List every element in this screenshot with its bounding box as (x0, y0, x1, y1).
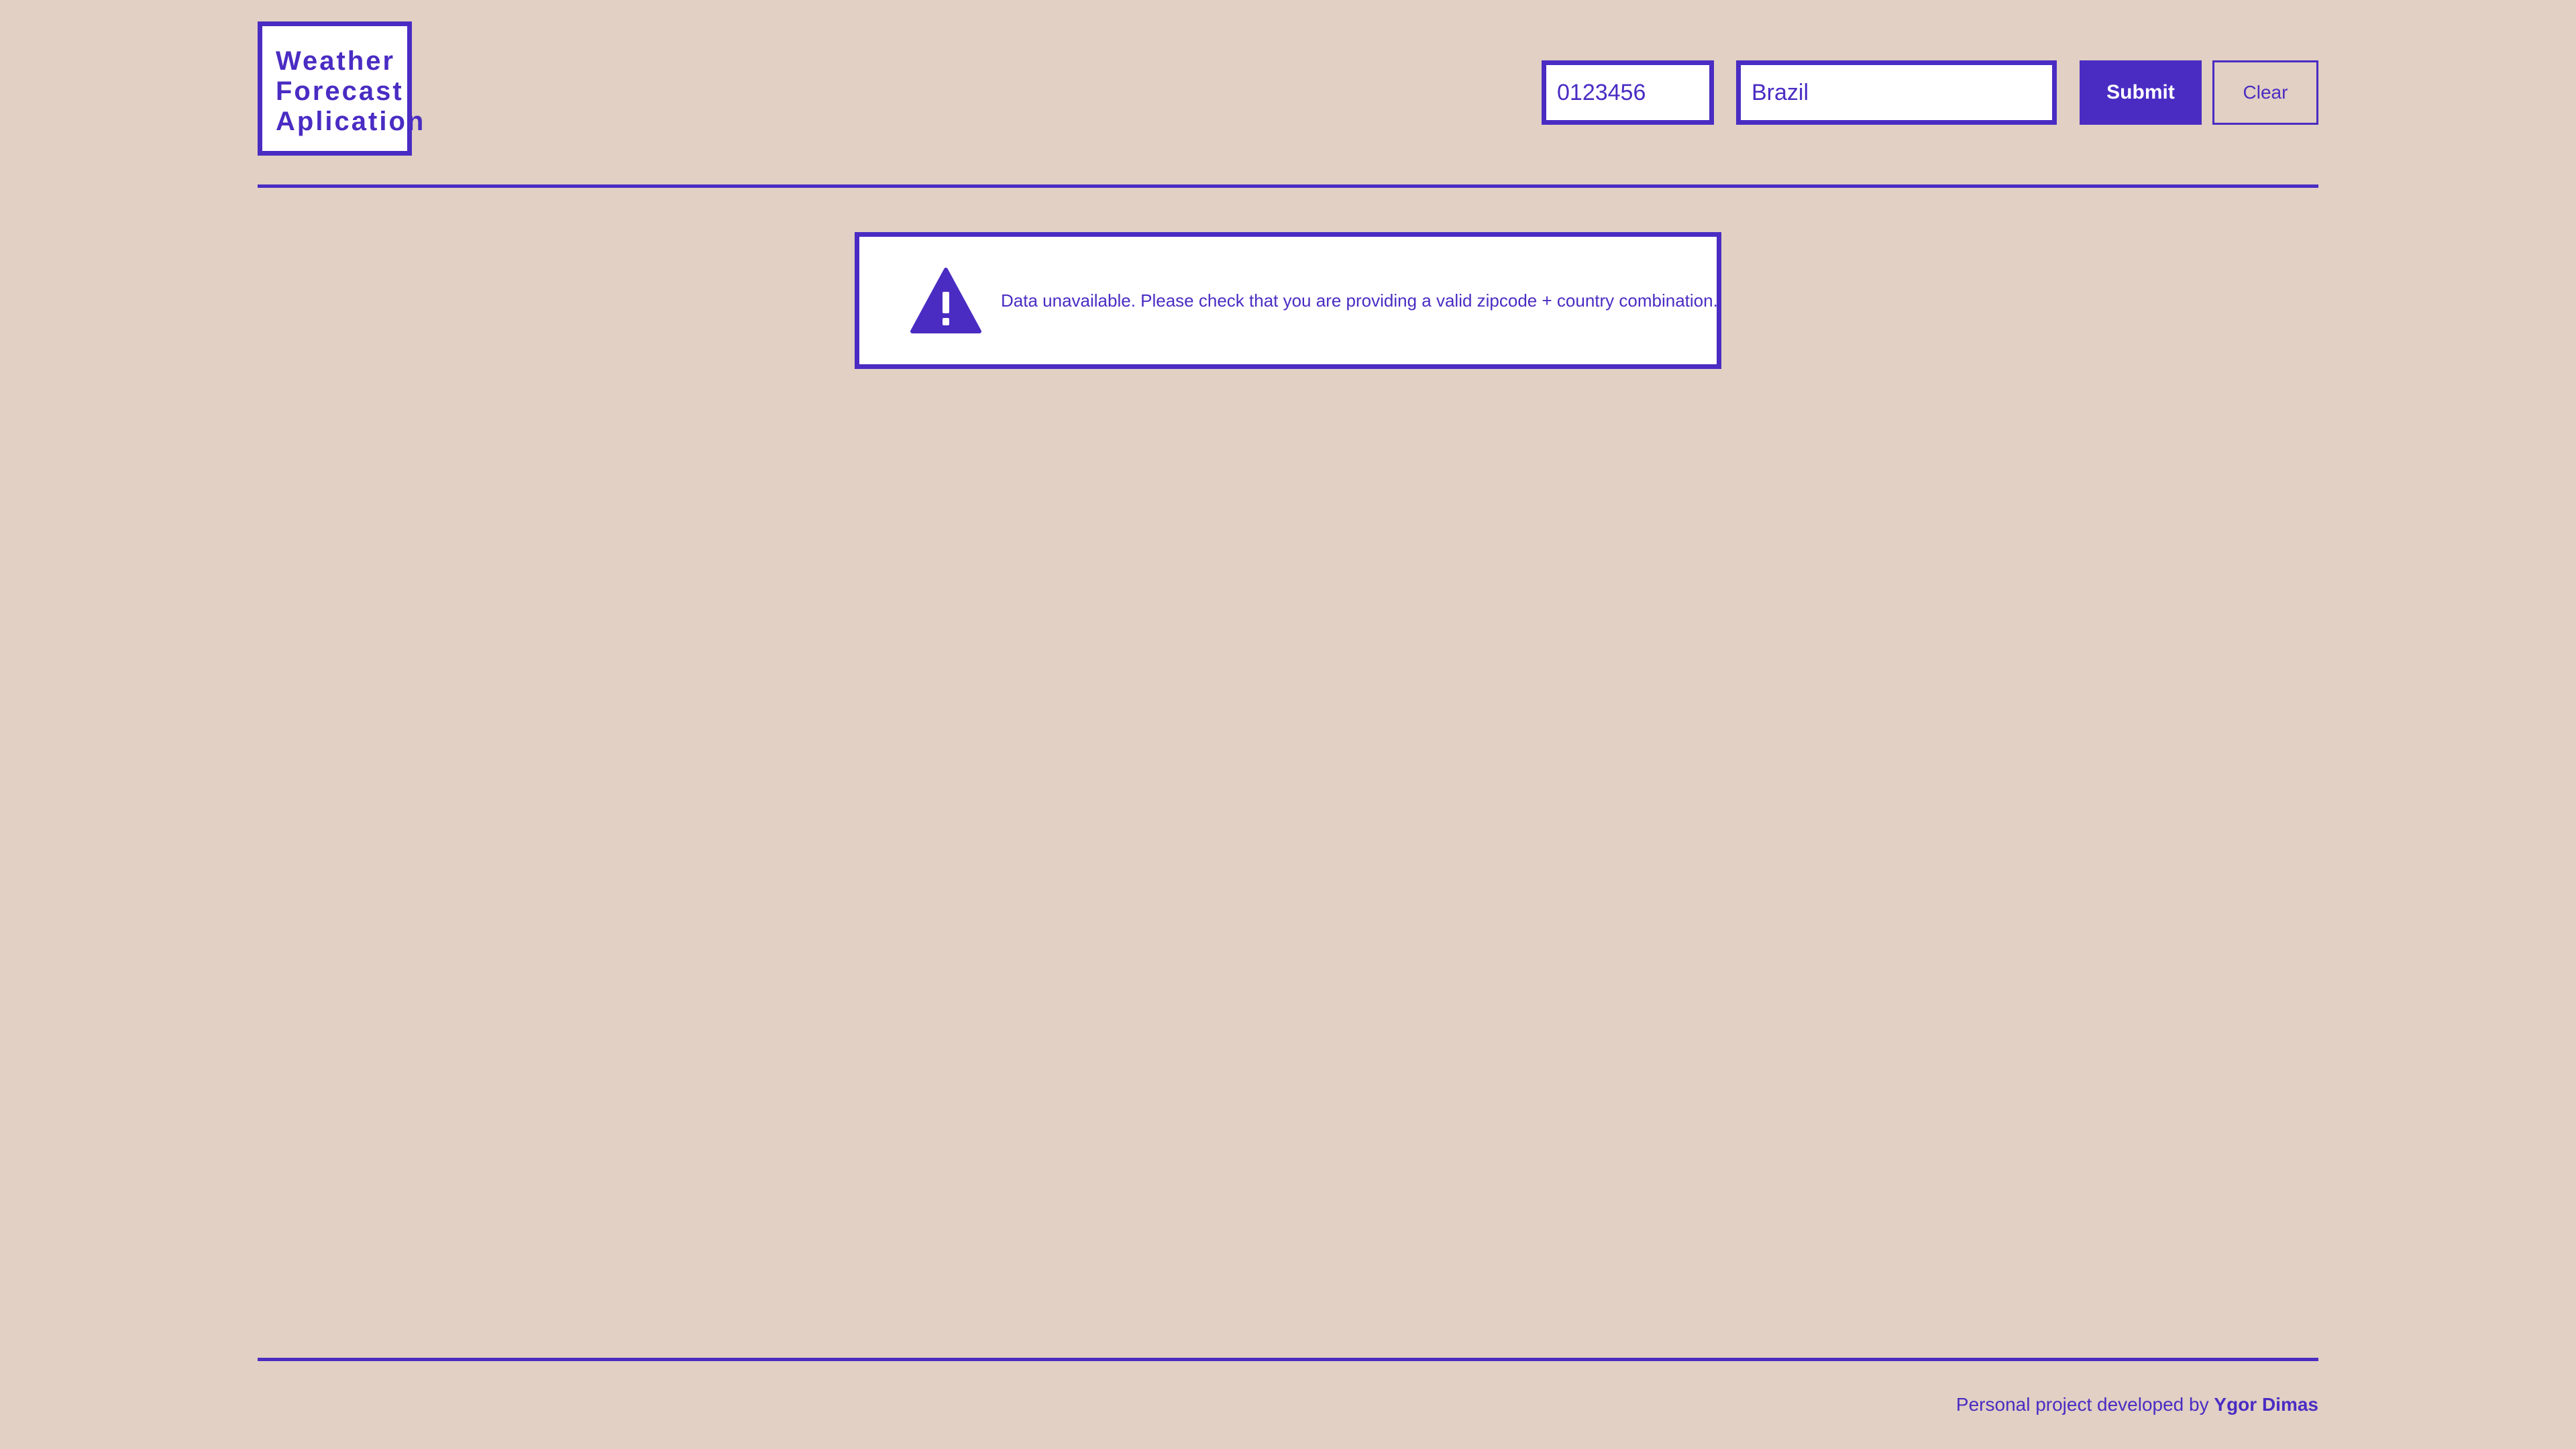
footer-prefix: Personal project developed by (1955, 1394, 2214, 1415)
submit-button[interactable]: Submit (2080, 60, 2202, 125)
footer-divider (258, 1358, 2318, 1361)
error-alert: Data unavailable. Please check that you … (855, 232, 1721, 369)
zipcode-input[interactable] (1542, 60, 1714, 125)
logo-line-3: Aplication (276, 107, 426, 136)
warning-icon (910, 268, 981, 333)
app-logo: Weather Forecast Aplication (258, 21, 426, 156)
clear-button[interactable]: Clear (2212, 60, 2318, 125)
country-input[interactable] (1736, 60, 2057, 125)
error-message: Data unavailable. Please check that you … (1001, 290, 1718, 311)
header-divider (258, 184, 2318, 188)
logo-line-2: Forecast (276, 76, 404, 106)
author-name: Ygor Dimas (2214, 1394, 2318, 1415)
logo-line-1: Weather (276, 46, 396, 76)
footer-credit: Personal project developed by Ygor Dimas (1956, 1394, 2318, 1415)
